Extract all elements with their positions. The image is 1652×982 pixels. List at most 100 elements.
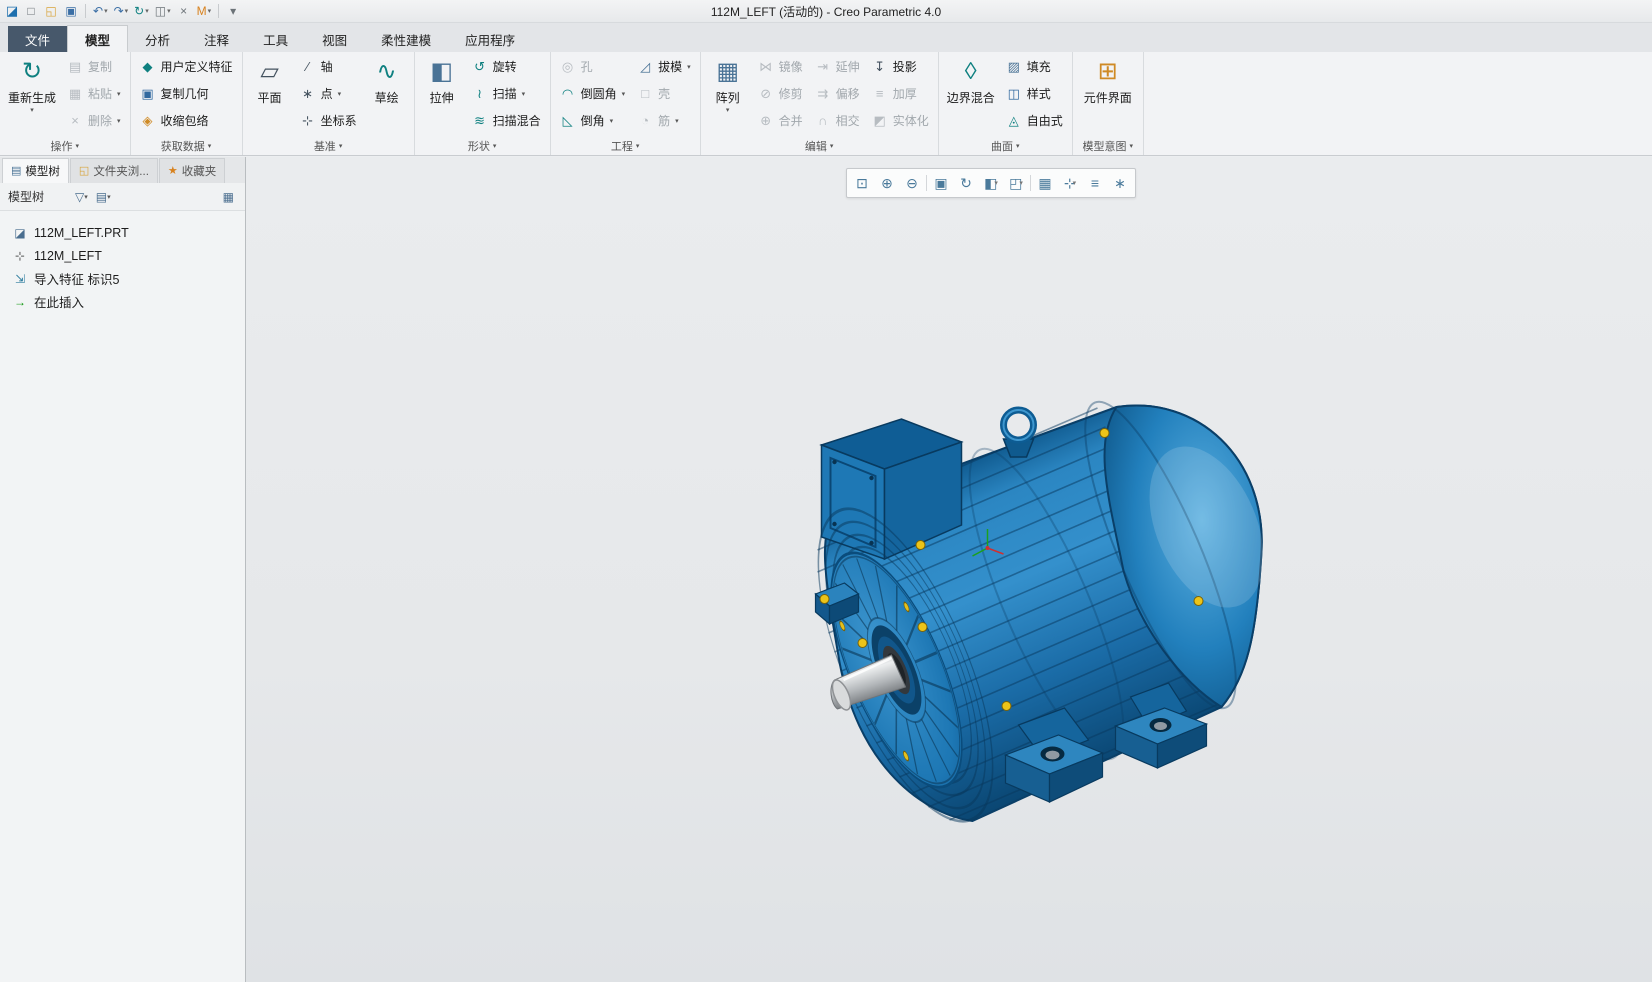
tree-columns-button[interactable]: ▦ <box>220 187 237 207</box>
swept-blend-button[interactable]: ≋ 扫描混合 <box>466 107 547 134</box>
fill-button[interactable]: ▨ 填充 <box>1000 53 1057 80</box>
tab-view[interactable]: 视图 <box>305 26 364 52</box>
view-manager-button[interactable]: ▦ <box>1033 172 1057 194</box>
group-label-datum[interactable]: 基准 ▾ <box>246 137 411 154</box>
save-button[interactable]: ▣ <box>62 2 80 20</box>
point-dropdown-caret[interactable]: ▾ <box>338 90 342 98</box>
tab-favorites[interactable]: ★ 收藏夹 <box>159 158 225 183</box>
3d-viewport[interactable]: ⊡ ⊕ ⊖ ▣ ↻ ◧▾ ◰▾ ▦ ⊹▾ ≡ ∗ <box>246 157 1652 982</box>
offset-button[interactable]: ⇉ 偏移 <box>809 80 866 107</box>
hole-button[interactable]: ◎ 孔 <box>554 53 599 80</box>
display-style-button[interactable]: ◧▾ <box>979 172 1003 194</box>
tab-model[interactable]: 模型 <box>67 25 128 52</box>
copy-button[interactable]: ▤ 复制 <box>61 53 118 80</box>
csys-button[interactable]: ⊹ 坐标系 <box>294 107 363 134</box>
freestyle-button[interactable]: ◬ 自由式 <box>1000 107 1069 134</box>
shrinkwrap-button[interactable]: ◈ 收缩包络 <box>134 107 215 134</box>
sketch-button[interactable]: ∿ 草绘 <box>363 53 411 106</box>
open-file-button[interactable]: ◱ <box>42 2 60 20</box>
group-label-surfaces[interactable]: 曲面 ▾ <box>942 137 1069 154</box>
round-button[interactable]: ◠ 倒圆角 ▾ <box>554 80 632 107</box>
component-interface-button[interactable]: ⊞ 元件界面 <box>1076 53 1140 106</box>
pattern-dropdown-caret[interactable]: ▾ <box>726 106 730 114</box>
repaint-button[interactable]: ↻ <box>954 172 978 194</box>
paste-button[interactable]: ▦ 粘贴 ▾ <box>61 80 127 107</box>
spin-center-button[interactable]: ∗ <box>1108 172 1132 194</box>
tree-display-button[interactable]: ▤ ▾ <box>93 187 114 207</box>
trim-button[interactable]: ⊘ 修剪 <box>752 80 809 107</box>
plane-button[interactable]: ▱ 平面 <box>246 53 294 106</box>
shell-button[interactable]: □ 壳 <box>631 80 676 107</box>
udf-button[interactable]: ◆ 用户定义特征 <box>134 53 239 80</box>
tab-applications[interactable]: 应用程序 <box>448 26 532 52</box>
customize-qat-button[interactable]: ▾ <box>224 2 242 20</box>
round-icon: ◠ <box>560 87 576 100</box>
undo-button[interactable]: ↶▾ <box>91 2 110 20</box>
sweep-button[interactable]: ≀ 扫描 ▾ <box>466 80 532 107</box>
thicken-button[interactable]: ≡ 加厚 <box>866 80 923 107</box>
extrude-button[interactable]: ◧ 拉伸 <box>418 53 466 106</box>
tree-item-import-feature[interactable]: ⇲ 导入特征 标识5 <box>0 267 245 290</box>
tree-item-insert-here[interactable]: → 在此插入 <box>0 290 245 313</box>
tree-item-csys[interactable]: ⊹ 112M_LEFT <box>0 244 245 267</box>
round-dropdown-caret[interactable]: ▾ <box>622 90 626 98</box>
style-button[interactable]: ◫ 样式 <box>1000 80 1057 107</box>
regenerate-dropdown-caret[interactable]: ▾ <box>30 106 34 114</box>
tab-tools[interactable]: 工具 <box>246 26 305 52</box>
group-label-shapes[interactable]: 形状 ▾ <box>418 137 547 154</box>
mirror-button[interactable]: ⋈ 镜像 <box>752 53 809 80</box>
ribbon-group-operations: ↻ 重新生成 ▾ ▤ 复制 ▦ 粘贴 ▾ × <box>0 52 131 155</box>
sweep-dropdown-caret[interactable]: ▾ <box>522 90 526 98</box>
window-switcher-button[interactable]: ◫▾ <box>153 2 173 20</box>
datum-display-filters-button[interactable]: ⊹▾ <box>1058 172 1082 194</box>
regenerate-button[interactable]: ↻ 重新生成 ▾ <box>3 53 61 114</box>
tree-filter-button[interactable]: ▽ ▾ <box>72 187 91 207</box>
group-label-engineering[interactable]: 工程 ▾ <box>554 137 697 154</box>
draft-dropdown-caret[interactable]: ▾ <box>687 63 691 71</box>
tree-item-part[interactable]: ◪ 112M_LEFT.PRT <box>0 221 245 244</box>
regenerate-quick-button[interactable]: ↻▾ <box>132 2 151 20</box>
pattern-button[interactable]: ▦ 阵列 ▾ <box>704 53 752 114</box>
delete-button[interactable]: × 删除 ▾ <box>61 107 127 134</box>
window-title: 112M_LEFT (活动的) - Creo Parametric 4.0 <box>0 3 1652 20</box>
zoom-out-button[interactable]: ⊖ <box>900 172 924 194</box>
trim-label: 修剪 <box>779 85 803 102</box>
model-intent-button[interactable]: M▾ <box>195 2 214 20</box>
chamfer-dropdown-caret[interactable]: ▾ <box>610 117 614 125</box>
boundary-blend-button[interactable]: ◊ 边界混合 <box>942 53 1000 106</box>
group-label-operations[interactable]: 操作 ▾ <box>3 137 127 154</box>
extend-button[interactable]: ⇥ 延伸 <box>809 53 866 80</box>
copy-geometry-button[interactable]: ▣ 复制几何 <box>134 80 215 107</box>
group-label-editing[interactable]: 编辑 ▾ <box>704 137 935 154</box>
open-file-icon: ◱ <box>45 5 56 17</box>
rib-button[interactable]: ◔ 筋 ▾ <box>631 107 685 134</box>
merge-button[interactable]: ⊕ 合并 <box>752 107 809 134</box>
chamfer-button[interactable]: ◺ 倒角 ▾ <box>554 107 620 134</box>
zoom-box-button[interactable]: ⊡ <box>850 172 874 194</box>
group-label-model-intent[interactable]: 模型意图 ▾ <box>1076 137 1140 154</box>
close-window-button[interactable]: × <box>175 2 193 20</box>
title-bar: ◪ □ ◱ ▣ ↶▾ ↷▾ ↻▾ ◫▾ × M▾ ▾ 112M_LEFT (活动… <box>0 0 1652 23</box>
revolve-button[interactable]: ↺ 旋转 <box>466 53 523 80</box>
solidify-button[interactable]: ◩ 实体化 <box>866 107 935 134</box>
new-file-button[interactable]: □ <box>22 2 40 20</box>
tab-annotate[interactable]: 注释 <box>187 26 246 52</box>
annotation-display-button[interactable]: ≡ <box>1083 172 1107 194</box>
refit-button[interactable]: ▣ <box>929 172 953 194</box>
zoom-in-button[interactable]: ⊕ <box>875 172 899 194</box>
intersect-button[interactable]: ∩ 相交 <box>809 107 866 134</box>
tab-analysis[interactable]: 分析 <box>128 26 187 52</box>
point-button[interactable]: ∗ 点 ▾ <box>294 80 348 107</box>
tab-flexible-modeling[interactable]: 柔性建模 <box>364 26 448 52</box>
draft-button[interactable]: ◿ 拔模 ▾ <box>631 53 697 80</box>
tab-file[interactable]: 文件 <box>8 26 67 52</box>
copy-icon: ▤ <box>67 60 83 73</box>
motor-model[interactable] <box>246 157 1652 982</box>
group-label-get-data[interactable]: 获取数据 ▾ <box>134 137 239 154</box>
saved-orientations-button[interactable]: ◰▾ <box>1004 172 1028 194</box>
axis-button[interactable]: ∕ 轴 <box>294 53 339 80</box>
tab-folder-browser[interactable]: ◱ 文件夹浏... <box>70 158 158 183</box>
project-button[interactable]: ↧ 投影 <box>866 53 923 80</box>
redo-button[interactable]: ↷▾ <box>112 2 131 20</box>
tab-model-tree[interactable]: ▤ 模型树 <box>2 158 69 183</box>
